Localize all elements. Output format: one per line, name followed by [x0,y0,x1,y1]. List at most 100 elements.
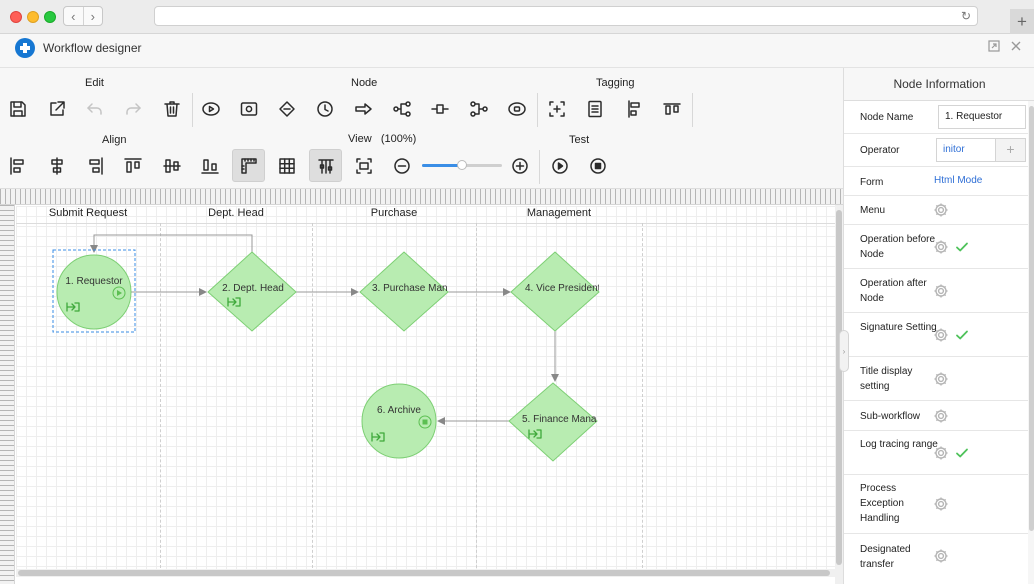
signature-settings-button[interactable] [933,327,949,343]
node-label-purchase-manager: 3. Purchase Manager [372,283,448,294]
flow-line-button[interactable] [350,95,378,123]
panel-scrollbar[interactable] [1028,101,1034,584]
zoom-percent: (100%) [380,133,417,145]
merge-node-button[interactable] [465,95,493,123]
gear-icon [934,549,948,563]
swimlane-toggle-button[interactable] [309,149,342,182]
tag-align-top-button[interactable] [658,95,686,123]
task-node-icon [240,102,258,116]
scrollbar-thumb[interactable] [18,570,830,576]
delete-button[interactable] [158,95,186,123]
ruler-toggle-button[interactable] [232,149,265,182]
operation-before-settings-button[interactable] [933,239,949,255]
forward-button[interactable]: › [82,7,103,25]
close-window-button[interactable] [10,11,22,23]
maximize-window-button[interactable] [44,11,56,23]
end-node-button[interactable] [503,95,531,123]
back-button[interactable]: ‹ [64,7,83,25]
decision-node-button[interactable] [273,95,301,123]
sub-workflow-settings-button[interactable] [933,408,949,424]
operator-field[interactable]: initor + [936,138,1026,162]
canvas-horizontal-scrollbar[interactable] [16,569,835,577]
reload-icon[interactable]: ↻ [961,9,971,23]
align-middle-icon [163,159,181,173]
new-tab-button[interactable]: + [1010,9,1034,34]
toolbar: Edit Node Tagging Align View (100%) Test [0,68,843,189]
operator-value: initor [943,144,965,155]
play-circle-icon [202,102,220,116]
start-node-button[interactable] [197,95,225,123]
designated-transfer-settings-button[interactable] [933,548,949,564]
redo-button[interactable] [119,95,147,123]
edge-dept-head-return-to-requestor[interactable] [90,234,253,253]
expand-icon[interactable] [988,40,1000,55]
diamond-icon [279,101,295,117]
test-stop-button[interactable] [584,152,612,180]
toolbar-divider [692,93,693,127]
exception-handling-settings-button[interactable] [933,496,949,512]
tag-align-left-button[interactable] [619,95,647,123]
close-icon[interactable] [1010,40,1022,55]
grid-toggle-button[interactable] [273,152,301,180]
menu-settings-button[interactable] [933,202,949,218]
minimize-window-button[interactable] [27,11,39,23]
panel-collapse-toggle[interactable]: › [839,330,849,372]
add-tag-button[interactable] [543,95,571,123]
zoom-in-button[interactable] [506,152,534,180]
gear-icon [934,328,948,342]
toolbar-divider [539,150,540,184]
row-title-display-setting: Title display setting [844,357,1028,401]
undo-button[interactable] [81,95,109,123]
stop-circle-icon [508,102,526,116]
align-top-tags-icon [663,103,681,115]
zoom-slider[interactable] [422,160,502,170]
grid-icon [279,158,295,174]
align-center-button[interactable] [43,152,71,180]
align-middle-button[interactable] [158,152,186,180]
parallel-node-button[interactable] [388,95,416,123]
workflow-canvas[interactable]: Submit Request Dept. Head Purchase Manag… [0,189,843,584]
fit-to-screen-button[interactable] [350,152,378,180]
node-name-label: Node Name [860,112,914,123]
operation-after-settings-button[interactable] [933,283,949,299]
add-operator-button[interactable]: + [995,139,1025,161]
row-form: Form Html Mode [844,167,1028,196]
gear-icon [934,446,948,460]
operation-before-label: Operation before Node [860,234,936,260]
add-tag-icon [549,101,565,117]
log-tracing-settings-button[interactable] [933,445,949,461]
row-operator: Operator initor + [844,134,1028,167]
scrollbar-thumb[interactable] [836,210,842,565]
address-bar[interactable]: ↻ [154,6,978,26]
align-left-button[interactable] [4,152,32,180]
app-logo-icon [15,38,35,58]
chevron-right-icon: › [842,346,846,356]
canvas-vertical-scrollbar[interactable] [835,205,843,584]
align-bottom-button[interactable] [196,152,224,180]
view-group-label: View (100%) [348,133,416,145]
form-mode-link[interactable]: Html Mode [934,175,982,186]
scrollbar-thumb[interactable] [1029,106,1034,531]
tag-list-button[interactable] [581,95,609,123]
row-process-exception-handling: Process Exception Handling [844,475,1028,534]
exception-handling-label: Process Exception Handling [860,483,904,524]
node-name-input[interactable]: 1. Requestor [938,105,1026,129]
redo-icon [126,103,141,115]
test-run-button[interactable] [546,152,574,180]
zoom-out-button[interactable] [388,152,416,180]
align-top-button[interactable] [119,152,147,180]
trash-icon [164,101,180,117]
app-window: ‹ › ↻ + Workflow designer Edit Node Tagg… [0,0,1034,584]
export-button[interactable] [43,95,71,123]
save-button[interactable] [4,95,32,123]
inline-node-button[interactable] [426,95,454,123]
title-display-settings-button[interactable] [933,371,949,387]
view-label-text: View [348,133,372,145]
panel-title: Node Information [844,68,1034,101]
zoom-slider-handle[interactable] [457,160,467,170]
task-node-button[interactable] [235,95,263,123]
align-tags-icon [628,100,640,118]
timer-node-button[interactable] [311,95,339,123]
check-icon [955,328,969,342]
align-right-button[interactable] [81,152,109,180]
